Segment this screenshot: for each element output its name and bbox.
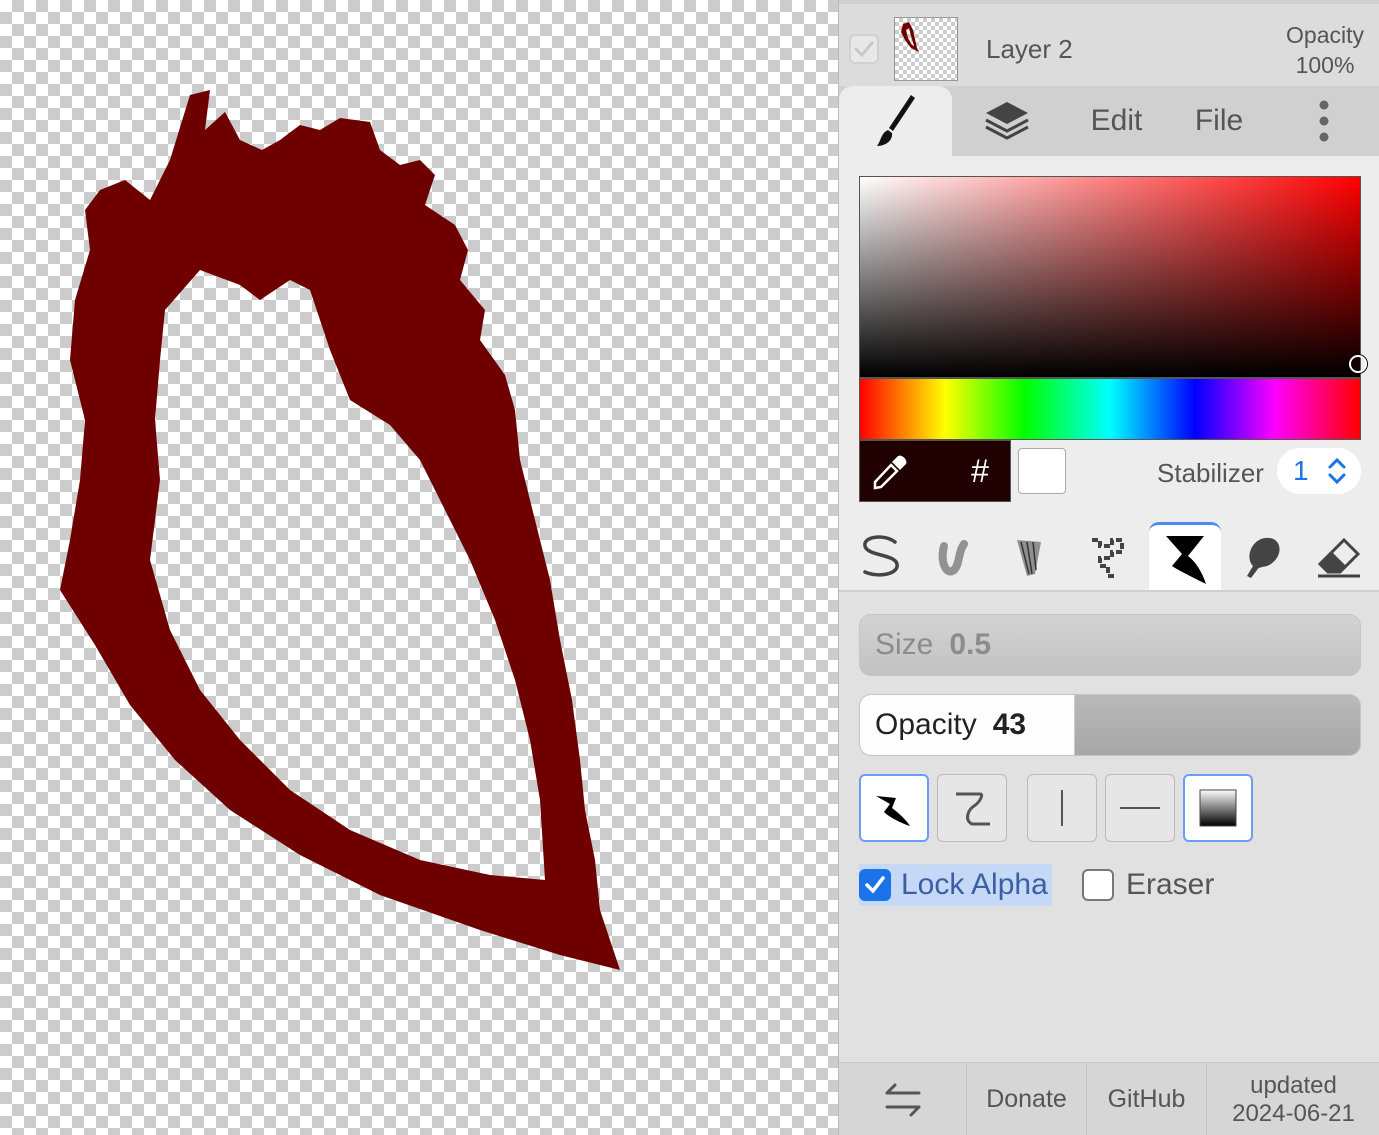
- eraser-brush-icon: [1317, 537, 1361, 578]
- layer-opacity-value: 100%: [1295, 52, 1355, 78]
- layer-name: Layer 2: [986, 34, 1073, 64]
- smooth-stroke-button[interactable]: [937, 774, 1007, 842]
- eyedropper-icon: [873, 455, 907, 490]
- gradient-icon: [1199, 789, 1237, 827]
- pressure-mode-button[interactable]: [859, 774, 929, 842]
- tab-layers[interactable]: [959, 86, 1054, 156]
- more-vertical-icon: [1319, 100, 1329, 142]
- layer-row[interactable]: Layer 2 Opacity 100%: [839, 0, 1379, 86]
- pressure-mode-icon: [876, 796, 910, 826]
- eraser-checkbox[interactable]: Eraser: [1082, 864, 1214, 906]
- brush-eraser[interactable]: [1303, 522, 1375, 592]
- lock-alpha-check[interactable]: [859, 869, 891, 901]
- chisel-brush-icon: [1166, 535, 1206, 584]
- tab-edit[interactable]: Edit: [1069, 86, 1164, 156]
- layer-thumbnail: [894, 17, 958, 81]
- eraser-check[interactable]: [1082, 869, 1114, 901]
- color-picker-cursor[interactable]: [1349, 355, 1367, 373]
- current-color-swatch: #: [859, 440, 1011, 502]
- horizontal-line-icon: [1120, 807, 1160, 809]
- eyedropper-button[interactable]: [868, 451, 912, 493]
- tab-file[interactable]: File: [1174, 86, 1264, 156]
- pixel-brush-icon: [1092, 538, 1124, 578]
- brush-chisel[interactable]: [1149, 522, 1221, 592]
- smooth-stroke-icon: [956, 792, 990, 826]
- brush-icon: [876, 95, 915, 146]
- lock-alpha-label: Lock Alpha: [901, 868, 1048, 901]
- smudge-brush-icon: [1247, 537, 1280, 578]
- chevron-updown-icon: [1328, 457, 1346, 485]
- brush-options: Size 0.5 Opacity 43 Lock Alpha Eraser: [839, 590, 1379, 1060]
- vertical-line-button[interactable]: [1027, 774, 1097, 842]
- drawing-canvas[interactable]: [0, 0, 838, 1135]
- tab-bar: Edit File: [839, 86, 1379, 156]
- updated-info: updated 2024-06-21: [1207, 1063, 1379, 1135]
- brush-settings: # Stabilizer 1: [839, 156, 1379, 592]
- layer-opacity[interactable]: Opacity 100%: [1286, 20, 1364, 80]
- donate-link[interactable]: Donate: [967, 1063, 1087, 1135]
- brush-pixel[interactable]: [1071, 522, 1143, 592]
- gradient-button[interactable]: [1183, 774, 1253, 842]
- size-label: Size: [875, 628, 934, 661]
- painted-stroke: [60, 90, 620, 970]
- hue-slider[interactable]: [859, 378, 1361, 440]
- opacity-slider[interactable]: Opacity 43: [859, 694, 1361, 756]
- eraser-label: Eraser: [1126, 868, 1215, 901]
- brush-selector: [839, 518, 1379, 592]
- github-link[interactable]: GitHub: [1087, 1063, 1207, 1135]
- saturation-value-picker[interactable]: [859, 176, 1367, 378]
- updated-label: updated: [1250, 1071, 1337, 1099]
- lock-alpha-checkbox[interactable]: Lock Alpha: [859, 864, 1052, 906]
- swap-panel-button[interactable]: [839, 1063, 967, 1135]
- brush-blur[interactable]: [919, 522, 991, 592]
- bottom-bar: Donate GitHub updated 2024-06-21: [839, 1062, 1379, 1135]
- texture-brush-icon: [1017, 540, 1041, 576]
- tab-more[interactable]: [1294, 86, 1354, 156]
- checkmark-icon: [854, 41, 874, 58]
- layer-visibility-checkbox[interactable]: [849, 34, 879, 64]
- stabilizer-select[interactable]: 1: [1277, 448, 1361, 494]
- horizontal-line-button[interactable]: [1105, 774, 1175, 842]
- layers-icon: [984, 102, 1029, 140]
- brush-smudge[interactable]: [1226, 522, 1298, 592]
- blur-brush-icon: [938, 540, 968, 576]
- opacity-label: Opacity: [875, 708, 977, 741]
- size-slider[interactable]: Size 0.5: [859, 614, 1361, 676]
- tab-brush[interactable]: [839, 86, 952, 156]
- hex-input-button[interactable]: #: [955, 449, 1005, 493]
- secondary-color-swatch[interactable]: [1018, 448, 1066, 494]
- pen-brush-icon: [863, 535, 899, 577]
- brush-pen[interactable]: [844, 522, 916, 592]
- updated-date: 2024-06-21: [1232, 1099, 1355, 1127]
- stabilizer-value: 1: [1293, 455, 1309, 486]
- checkmark-icon: [865, 876, 885, 894]
- layer-opacity-label: Opacity: [1286, 22, 1364, 48]
- vertical-line-icon: [1061, 790, 1063, 826]
- tool-panel: Layer 2 Opacity 100% Edit File # Stabili…: [838, 0, 1379, 1135]
- stabilizer-label: Stabilizer: [1157, 458, 1264, 488]
- brush-texture[interactable]: [994, 522, 1066, 592]
- opacity-value: 43: [992, 708, 1027, 741]
- layer-thumbnail-stroke: [901, 22, 919, 52]
- swap-icon: [885, 1083, 920, 1116]
- size-value: 0.5: [949, 628, 992, 661]
